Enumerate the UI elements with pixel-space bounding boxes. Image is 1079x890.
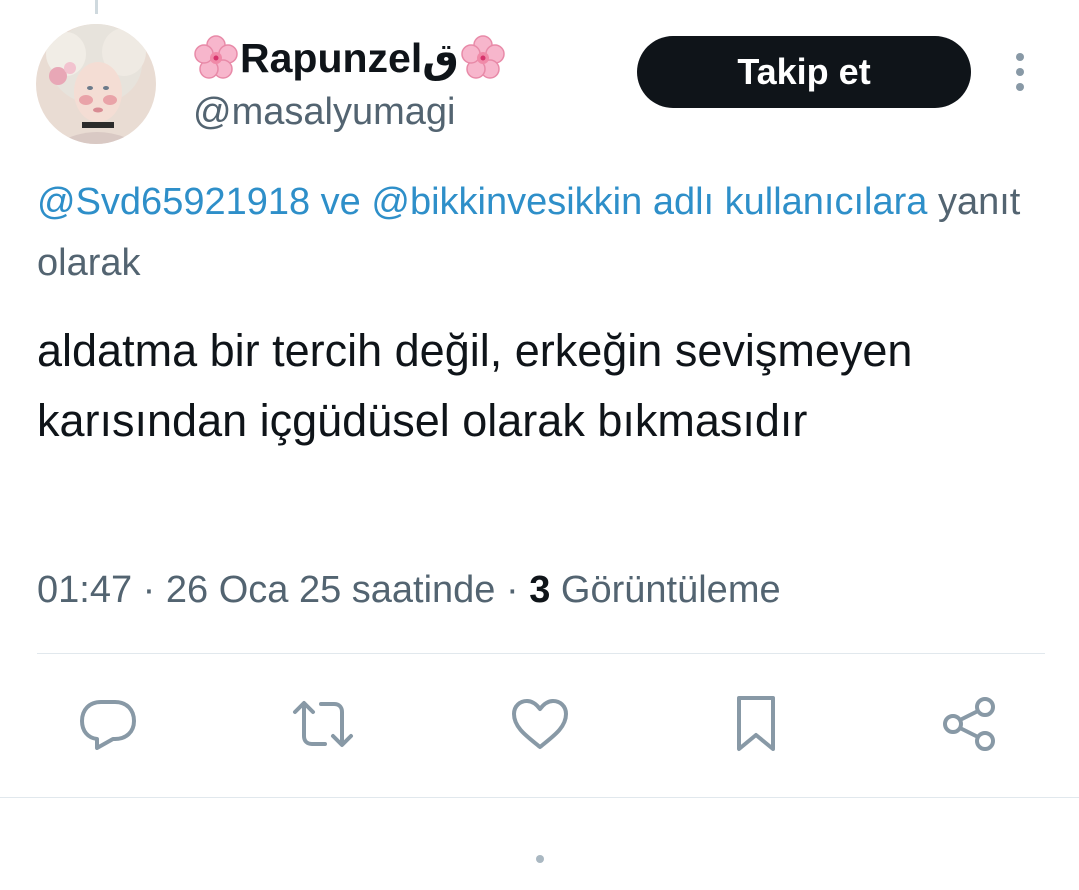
views-count: 3 bbox=[529, 569, 551, 611]
mention-link[interactable]: @Svd65921918 bbox=[37, 181, 310, 223]
thread-connector-line bbox=[95, 0, 98, 14]
reply-context: @Svd65921918 ve @bikkinvesikkin adlı kul… bbox=[37, 172, 1037, 294]
reply-joiner: ve bbox=[310, 181, 372, 223]
retweet-icon bbox=[293, 701, 353, 747]
bookmark-button[interactable] bbox=[724, 692, 788, 756]
tweet-date[interactable]: 26 Oca 25 saatinde bbox=[166, 569, 496, 611]
like-button[interactable] bbox=[508, 692, 572, 756]
meta-separator: · bbox=[132, 569, 166, 611]
tweet-time[interactable]: 01:47 bbox=[37, 569, 132, 611]
mention-link[interactable]: @bikkinvesikkin adlı kullanıcılara bbox=[371, 181, 927, 223]
cherry-blossom-icon bbox=[194, 35, 238, 79]
share-icon bbox=[943, 697, 995, 751]
follow-button[interactable]: Takip et bbox=[637, 36, 971, 108]
cherry-blossom-icon bbox=[461, 35, 505, 79]
more-options-icon[interactable] bbox=[1006, 50, 1034, 94]
tweet-text: aldatma bir tercih değil, erkeğin sevişm… bbox=[37, 325, 913, 446]
loading-indicator bbox=[536, 855, 544, 863]
meta-separator: · bbox=[495, 569, 530, 611]
avatar[interactable] bbox=[36, 24, 156, 144]
reply-icon bbox=[80, 700, 136, 750]
retweet-button[interactable] bbox=[291, 692, 355, 756]
share-button[interactable] bbox=[938, 692, 1002, 756]
action-bar bbox=[0, 692, 1079, 764]
like-icon bbox=[512, 699, 568, 749]
author-name-text: Rapunzelق bbox=[240, 35, 459, 81]
reply-button[interactable] bbox=[76, 692, 140, 756]
author-display-name[interactable]: Rapunzelق bbox=[192, 32, 507, 84]
tweet-meta: 01:47 · 26 Oca 25 saatinde · 3 Görüntüle… bbox=[37, 562, 781, 618]
author-handle[interactable]: @masalyumagi bbox=[193, 88, 455, 136]
views-label: Görüntüleme bbox=[550, 569, 781, 611]
divider bbox=[0, 797, 1079, 798]
divider bbox=[37, 653, 1045, 654]
bookmark-icon bbox=[737, 696, 775, 751]
